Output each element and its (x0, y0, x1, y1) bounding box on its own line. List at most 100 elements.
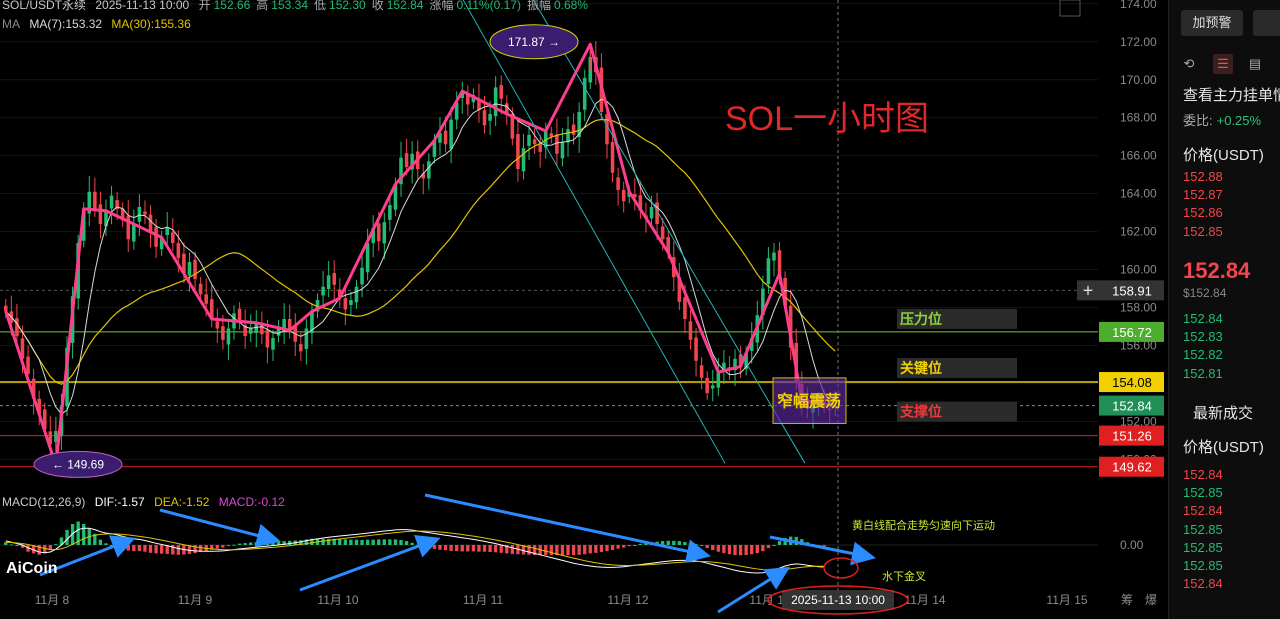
high-bubble: 171.87 → (489, 24, 579, 60)
macd-bar (148, 545, 153, 553)
macd-bar (382, 539, 386, 545)
macd-bar (354, 539, 359, 545)
trend-arrow (299, 534, 441, 592)
last-price-usd: $152.84 (1183, 286, 1227, 300)
candle (688, 310, 693, 350)
price-chart[interactable]: 174.00 172.00 170.00 168.00 166.00 164.00 162.… (0, 0, 1168, 619)
resistance-label: 压力位 (900, 311, 942, 327)
ohlc-label: 低 (314, 0, 327, 12)
candle-body (143, 211, 147, 215)
more-button[interactable] (1253, 10, 1280, 36)
candle-body (226, 328, 231, 345)
macd-bar (738, 545, 743, 556)
candle-body (154, 227, 158, 247)
y-tick-label: 174.00 (1120, 0, 1157, 11)
macd-bar (566, 545, 570, 556)
candle (710, 369, 715, 402)
candle (493, 76, 498, 126)
candle-body (660, 226, 665, 240)
ohlc-values: 开 152.66 高 153.34 低 152.30 收 152.84 涨幅 0.11%(0.17… (199, 0, 594, 12)
candle-body (449, 119, 453, 149)
ohlc-value: 0.68% (553, 0, 588, 12)
ma-header: MA MA(7):153.32 MA(30):155.36 (2, 17, 197, 31)
trade-price: 152.85 (1183, 485, 1223, 501)
candle-body (688, 321, 693, 340)
trade-price: 152.85 (1183, 521, 1223, 537)
macd-bar (488, 545, 492, 552)
macd-bar (683, 541, 687, 545)
y-tick-label: 166.00 (1120, 149, 1157, 163)
ma7-line (5, 98, 836, 415)
candle-body (165, 227, 169, 236)
macd-bar (249, 542, 253, 545)
y-tick-label: 168.00 (1120, 111, 1157, 125)
weibi-ratio: 委比: +0.25% (1183, 110, 1261, 129)
candle (772, 242, 776, 277)
macd-bar (338, 539, 342, 545)
candle-body (616, 177, 620, 190)
x-tick-label: 11月 15 (1046, 593, 1087, 607)
macd-dif-value: DIF:-1.57 (94, 495, 145, 509)
y-tick-label: 158.00 (1120, 301, 1157, 315)
candle-body (694, 337, 698, 361)
candle (354, 280, 359, 309)
macd-bar (460, 545, 464, 552)
candle-body (171, 232, 175, 244)
orderbook-title[interactable]: 查看主力挂单情 (1183, 84, 1280, 105)
macd-dea-value: DEA:-1.52 (154, 495, 210, 509)
macd-bar (388, 539, 392, 545)
candle-body (705, 377, 709, 394)
candle (332, 260, 336, 300)
macd-bar (54, 544, 58, 546)
golden-cross-label: 水下金叉 (882, 569, 926, 583)
add-alert-button[interactable]: 加预警 (1181, 10, 1243, 36)
chart-area[interactable]: 174.00 172.00 170.00 168.00 166.00 164.00 162.… (0, 0, 1168, 619)
macd-bar (544, 545, 548, 556)
orderbook-icon[interactable]: ☰ (1213, 54, 1233, 74)
restore-icon[interactable]: ⟲ (1179, 54, 1199, 74)
macd-bar (766, 545, 771, 549)
trades-title[interactable]: 最新成交 (1193, 402, 1253, 423)
macd-bar (455, 545, 459, 552)
ohlc-value: 152.84 (386, 0, 424, 12)
macd-bar (499, 545, 503, 553)
macd-bar (271, 541, 275, 545)
macd-bar (560, 545, 565, 556)
candle-body (343, 298, 348, 310)
chart-title: SOL一小时图 (725, 100, 929, 138)
macd-bar (143, 545, 147, 552)
macd-bar (677, 541, 682, 545)
trade-list: 152.84 152.85 152.84 152.85 152.85 152.85 152.… (1183, 464, 1223, 591)
fullscreen-icon (1059, 0, 1081, 17)
candle-body (349, 300, 353, 305)
candle (193, 251, 197, 291)
candle (499, 75, 503, 115)
candle-body (187, 262, 192, 276)
ohlc-value: 153.34 (271, 0, 308, 12)
macd-bar (733, 545, 737, 556)
macd-indicator-label: MACD(12,26,9) (2, 495, 86, 509)
candle-body (198, 283, 203, 295)
macd-bar (705, 545, 709, 549)
macd-bar (633, 545, 637, 546)
candle-body (221, 326, 225, 340)
macd-bar (226, 545, 231, 547)
candle (126, 199, 131, 252)
macd-bar (694, 544, 698, 546)
bid-book-icon[interactable]: ▤ (1245, 54, 1265, 74)
low-bubble: ← 149.69 (33, 450, 123, 478)
candle (616, 167, 620, 206)
candle (722, 349, 726, 385)
candle (349, 291, 353, 317)
candle (226, 318, 231, 361)
macd-bar (471, 545, 476, 552)
macd-bar (410, 542, 414, 545)
macd-bar (466, 545, 470, 552)
x-tick-label: 筹 (1121, 593, 1133, 607)
x-tick-label: 11月 11 (463, 593, 504, 607)
candle (304, 318, 309, 365)
candle (171, 218, 175, 252)
ohlc-item: 涨幅 0.11%(0.17) (429, 0, 521, 12)
candle (243, 309, 247, 349)
candle (516, 118, 520, 182)
